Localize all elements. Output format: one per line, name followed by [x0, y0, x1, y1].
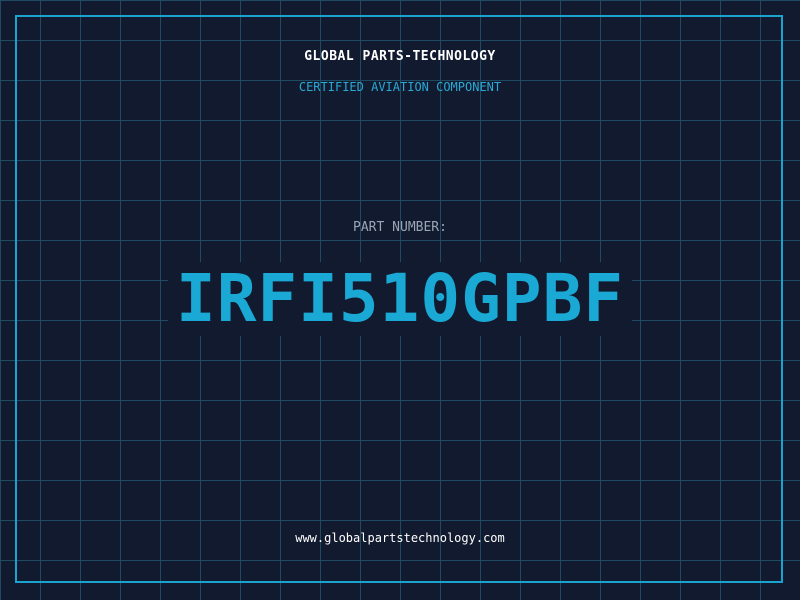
website-url: www.globalpartstechnology.com [295, 531, 505, 545]
part-number-container: IRFI510GPBF [0, 262, 800, 336]
part-number-label: PART NUMBER: [353, 220, 447, 235]
tagline: CERTIFIED AVIATION COMPONENT [298, 80, 502, 94]
certificate-canvas: GLOBAL PARTS-TECHNOLOGY CERTIFIED AVIATI… [0, 0, 800, 600]
part-number-value: IRFI510GPBF [167, 262, 633, 336]
brand-name: GLOBAL PARTS-TECHNOLOGY [304, 49, 496, 64]
